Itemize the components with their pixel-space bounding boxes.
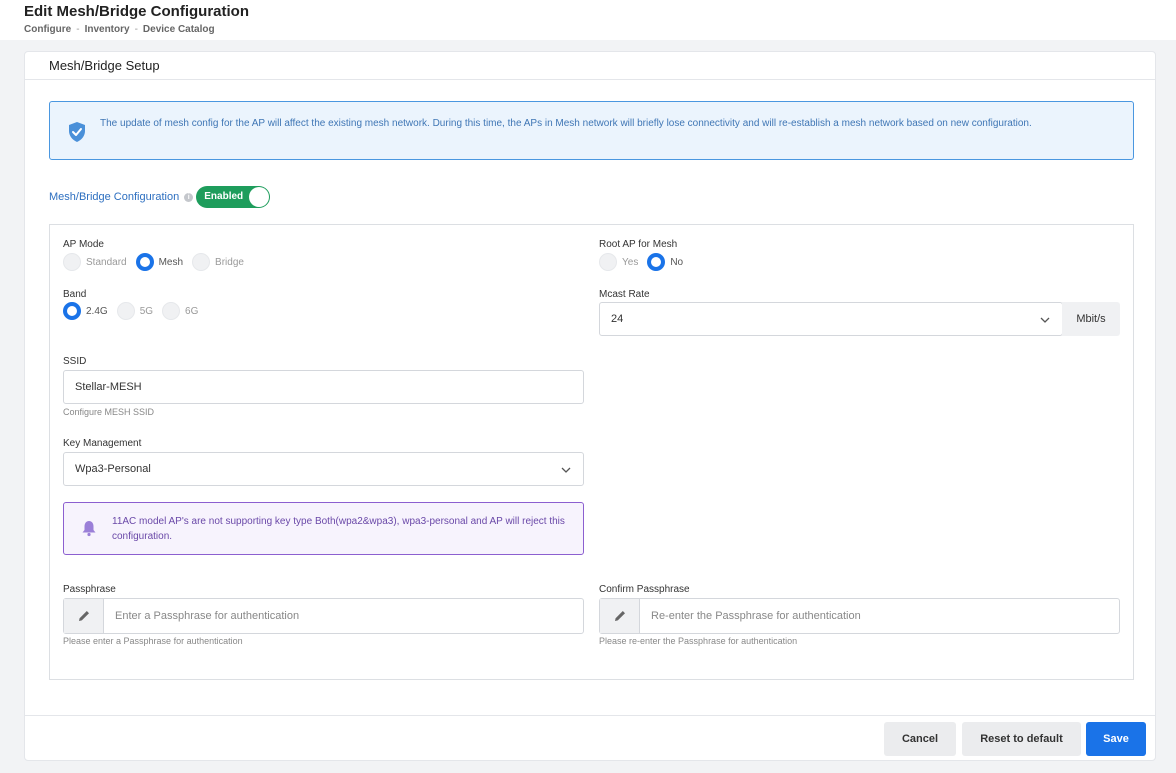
mcast-rate-value: 24 xyxy=(611,313,624,325)
mcast-rate-label: Mcast Rate xyxy=(599,289,650,300)
toggle-label: Enabled xyxy=(204,191,244,202)
radio-2-4g[interactable] xyxy=(63,302,81,320)
radio-5g[interactable] xyxy=(116,302,135,320)
passphrase-input[interactable] xyxy=(104,599,582,633)
page-header: Edit Mesh/Bridge Configuration Configure… xyxy=(0,0,1176,40)
radio-6g[interactable] xyxy=(162,302,181,320)
ap-mode-label: AP Mode xyxy=(63,239,104,250)
ap-mode-bridge[interactable]: Bridge xyxy=(192,253,244,271)
band-5g[interactable]: 5G xyxy=(116,302,154,320)
radio-label: No xyxy=(670,256,684,268)
breadcrumb: Configure - Inventory - Device Catalog xyxy=(24,24,215,35)
radio-label: 5G xyxy=(139,305,154,317)
info-icon[interactable]: i xyxy=(184,192,194,202)
root-ap-yes[interactable]: Yes xyxy=(599,253,638,271)
root-ap-label: Root AP for Mesh xyxy=(599,239,678,250)
radio-mesh[interactable] xyxy=(135,253,154,271)
pencil-icon-box xyxy=(600,599,640,633)
band-2-4g[interactable]: 2.4G xyxy=(63,302,108,320)
toggle-knob xyxy=(249,187,270,207)
passphrase-label: Passphrase xyxy=(63,584,116,595)
save-button[interactable]: Save xyxy=(1086,722,1146,756)
radio-label: Mesh xyxy=(158,256,184,268)
pencil-icon-box xyxy=(64,599,104,633)
mesh-config-row: Mesh/Bridge Configuration i Enabled xyxy=(49,186,271,208)
breadcrumb-device-catalog[interactable]: Device Catalog xyxy=(143,24,215,35)
confirm-passphrase-input[interactable] xyxy=(640,599,1118,633)
key-management-label: Key Management xyxy=(63,438,142,449)
radio-no[interactable] xyxy=(647,253,666,271)
mesh-setup-card: Mesh/Bridge Setup The update of mesh con… xyxy=(24,51,1156,761)
radio-label: Yes xyxy=(622,256,639,268)
band-6g[interactable]: 6G xyxy=(162,302,198,320)
confirm-passphrase-field xyxy=(599,598,1120,634)
key-type-warning: 11AC model AP's are not supporting key t… xyxy=(63,502,584,555)
mcast-rate-unit: Mbit/s xyxy=(1062,302,1120,336)
info-alert: The update of mesh config for the AP wil… xyxy=(49,101,1134,160)
root-ap-no[interactable]: No xyxy=(647,253,683,271)
mesh-config-label: Mesh/Bridge Configuration xyxy=(49,191,180,203)
key-management-select[interactable]: Wpa3-Personal xyxy=(63,452,584,486)
passphrase-hint: Please enter a Passphrase for authentica… xyxy=(63,636,243,646)
pencil-icon xyxy=(79,611,89,621)
confirm-passphrase-hint: Please re-enter the Passphrase for authe… xyxy=(599,636,798,646)
shield-check-icon xyxy=(69,122,85,142)
ap-mode-radio-group: Standard Mesh Bridge xyxy=(63,253,253,271)
info-alert-text: The update of mesh config for the AP wil… xyxy=(100,118,1032,129)
bell-icon xyxy=(82,521,96,537)
ap-mode-mesh[interactable]: Mesh xyxy=(135,253,184,271)
card-header: Mesh/Bridge Setup xyxy=(25,52,1155,80)
pencil-icon xyxy=(615,611,625,621)
passphrase-field xyxy=(63,598,584,634)
breadcrumb-inventory[interactable]: Inventory xyxy=(85,24,130,35)
card-footer: Cancel Reset to default Save xyxy=(25,715,1155,761)
ssid-input[interactable]: Stellar-MESH xyxy=(63,370,584,404)
radio-label: Standard xyxy=(86,256,127,268)
band-radio-group: 2.4G 5G 6G xyxy=(63,302,207,320)
chevron-down-icon xyxy=(561,467,571,473)
key-management-value: Wpa3-Personal xyxy=(75,463,151,475)
radio-yes[interactable] xyxy=(599,253,617,271)
breadcrumb-separator: - xyxy=(134,24,138,35)
root-ap-radio-group: Yes No xyxy=(599,253,692,271)
page-title: Edit Mesh/Bridge Configuration xyxy=(24,3,249,20)
reset-to-default-button[interactable]: Reset to default xyxy=(962,722,1081,756)
radio-label: Bridge xyxy=(215,256,244,268)
card-title: Mesh/Bridge Setup xyxy=(49,58,160,73)
radio-label: 6G xyxy=(185,305,199,317)
cancel-button[interactable]: Cancel xyxy=(884,722,956,756)
ssid-hint: Configure MESH SSID xyxy=(63,407,155,417)
band-label: Band xyxy=(63,289,87,300)
warning-text: 11AC model AP's are not supporting key t… xyxy=(112,516,565,542)
mcast-rate-select[interactable]: 24 xyxy=(599,302,1063,336)
mesh-config-toggle[interactable]: Enabled xyxy=(196,186,271,208)
radio-bridge[interactable] xyxy=(192,253,211,271)
breadcrumb-configure[interactable]: Configure xyxy=(24,24,71,35)
ssid-label: SSID xyxy=(63,356,87,367)
ap-mode-standard[interactable]: Standard xyxy=(63,253,127,271)
chevron-down-icon xyxy=(1040,317,1050,323)
config-panel: AP Mode Standard Mesh Bridge Root AP for… xyxy=(49,224,1134,680)
radio-label: 2.4G xyxy=(86,305,108,317)
confirm-passphrase-label: Confirm Passphrase xyxy=(599,584,690,595)
breadcrumb-separator: - xyxy=(76,24,80,35)
radio-standard[interactable] xyxy=(63,253,81,271)
